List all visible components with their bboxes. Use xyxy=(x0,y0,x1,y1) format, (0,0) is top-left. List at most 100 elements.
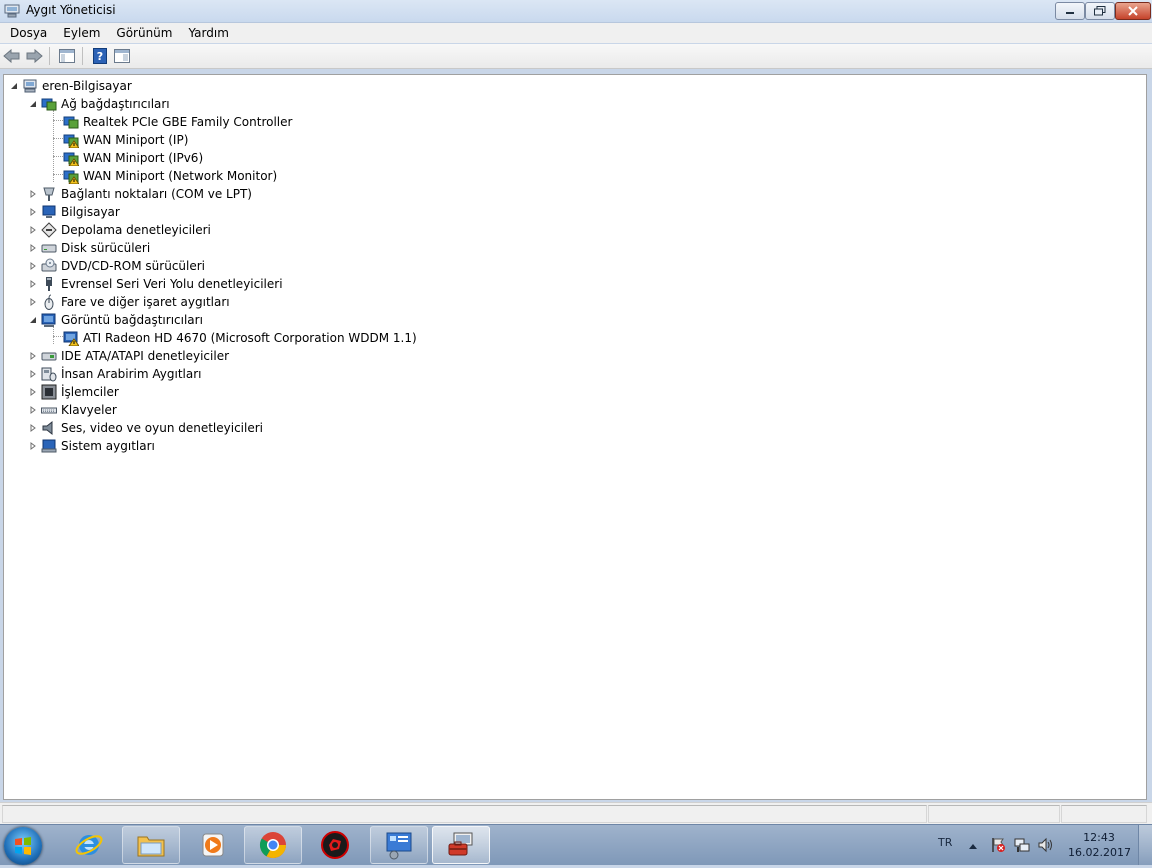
tree-item-ide[interactable]: IDE ATA/ATAPI denetleyiciler xyxy=(28,347,229,365)
tree-root[interactable]: eren-Bilgisayar xyxy=(9,77,132,95)
device-manager-icon xyxy=(4,4,20,18)
tree-item-wan-netmon[interactable]: WAN Miniport (Network Monitor) xyxy=(63,167,277,185)
menu-action[interactable]: Eylem xyxy=(55,23,108,43)
network-adapter-warning-icon xyxy=(63,168,79,184)
tree-item-dvd[interactable]: DVD/CD-ROM sürücüleri xyxy=(28,257,205,275)
menu-view[interactable]: Görünüm xyxy=(108,23,180,43)
hid-icon xyxy=(41,366,57,382)
show-hide-tree-button[interactable] xyxy=(112,46,132,66)
tree-item-wan-ipv6[interactable]: WAN Miniport (IPv6) xyxy=(63,149,203,167)
media-player-icon xyxy=(202,833,224,857)
volume-icon[interactable] xyxy=(1038,837,1054,853)
expanded-arrow-icon[interactable] xyxy=(28,99,38,109)
tree-item-label: İnsan Arabirim Aygıtları xyxy=(61,367,202,381)
tree-item-label: Depolama denetleyicileri xyxy=(61,223,211,237)
tree-item-network-adapters[interactable]: Ağ bağdaştırıcıları xyxy=(28,95,170,113)
device-tree: eren-Bilgisayar Ağ bağdaştırıcıları Real… xyxy=(3,74,1147,800)
taskbar-file-explorer[interactable] xyxy=(122,826,180,864)
collapsed-arrow-icon[interactable] xyxy=(28,351,38,361)
display-adapter-warning-icon xyxy=(63,330,79,346)
window-title: Aygıt Yöneticisi xyxy=(26,3,116,17)
tree-item-storage[interactable]: Depolama denetleyicileri xyxy=(28,221,211,239)
properties-button[interactable] xyxy=(57,46,77,66)
monitor-icon xyxy=(41,204,57,220)
processor-icon xyxy=(41,384,57,400)
taskbar-control-panel[interactable] xyxy=(370,826,428,864)
tree-item-keyboards[interactable]: Klavyeler xyxy=(28,401,117,419)
tree-item-wan-ip[interactable]: WAN Miniport (IP) xyxy=(63,131,188,149)
tree-item-label: Fare ve diğer işaret aygıtları xyxy=(61,295,230,309)
tree-item-disk[interactable]: Disk sürücüleri xyxy=(28,239,150,257)
collapsed-arrow-icon[interactable] xyxy=(28,441,38,451)
tree-item-usb[interactable]: Evrensel Seri Veri Yolu denetleyicileri xyxy=(28,275,283,293)
tree-item-computer[interactable]: Bilgisayar xyxy=(28,203,120,221)
taskbar-media-player[interactable] xyxy=(184,826,242,864)
storage-controller-icon xyxy=(41,222,57,238)
language-indicator[interactable]: TR xyxy=(938,836,952,849)
tree-item-label: WAN Miniport (Network Monitor) xyxy=(83,169,278,183)
collapsed-arrow-icon[interactable] xyxy=(28,243,38,253)
collapsed-arrow-icon[interactable] xyxy=(28,279,38,289)
title-bar: Aygıt Yöneticisi xyxy=(0,0,1152,23)
action-center-flag-icon[interactable] xyxy=(990,837,1006,853)
expanded-arrow-icon[interactable] xyxy=(28,315,38,325)
collapsed-arrow-icon[interactable] xyxy=(28,189,38,199)
forward-button[interactable] xyxy=(24,46,44,66)
close-button[interactable] xyxy=(1115,2,1151,20)
show-desktop-button[interactable] xyxy=(1138,825,1152,865)
start-button[interactable] xyxy=(4,827,42,865)
tree-connector xyxy=(53,120,63,121)
network-icon[interactable] xyxy=(1014,837,1030,853)
tree-item-label: WAN Miniport (IP) xyxy=(83,133,189,147)
expanded-arrow-icon[interactable] xyxy=(9,81,19,91)
taskbar-game-booster[interactable] xyxy=(306,826,364,864)
tree-root-label: eren-Bilgisayar xyxy=(42,79,132,93)
taskbar-chrome[interactable] xyxy=(244,826,302,864)
tree-item-label: Disk sürücüleri xyxy=(61,241,151,255)
tree-item-sound[interactable]: Ses, video ve oyun denetleyicileri xyxy=(28,419,263,437)
file-explorer-icon xyxy=(137,836,165,857)
collapsed-arrow-icon[interactable] xyxy=(28,387,38,397)
help-button[interactable]: ? xyxy=(90,46,110,66)
svg-text:?: ? xyxy=(97,50,103,63)
show-hidden-icons-icon[interactable] xyxy=(968,839,978,853)
usb-icon xyxy=(41,276,57,292)
help-icon: ? xyxy=(93,48,107,64)
tree-item-label: İşlemciler xyxy=(61,385,119,399)
toolbar-separator xyxy=(49,47,50,65)
control-panel-icon xyxy=(386,832,412,860)
menu-help[interactable]: Yardım xyxy=(180,23,236,43)
menu-file[interactable]: Dosya xyxy=(0,23,55,43)
tree-item-system-devices[interactable]: Sistem aygıtları xyxy=(28,437,155,455)
collapsed-arrow-icon[interactable] xyxy=(28,423,38,433)
minimize-button[interactable] xyxy=(1055,2,1085,20)
tree-item-label: Realtek PCIe GBE Family Controller xyxy=(83,115,293,129)
restore-button[interactable] xyxy=(1085,2,1115,20)
tree-item-mouse[interactable]: Fare ve diğer işaret aygıtları xyxy=(28,293,230,311)
collapsed-arrow-icon[interactable] xyxy=(28,261,38,271)
status-cell xyxy=(1061,805,1147,823)
tree-connector xyxy=(53,156,63,157)
collapsed-arrow-icon[interactable] xyxy=(28,207,38,217)
tree-item-ports[interactable]: Bağlantı noktaları (COM ve LPT) xyxy=(28,185,252,203)
tree-item-ati-radeon[interactable]: ATI Radeon HD 4670 (Microsoft Corporatio… xyxy=(63,329,417,347)
collapsed-arrow-icon[interactable] xyxy=(28,297,38,307)
tree-item-hid[interactable]: İnsan Arabirim Aygıtları xyxy=(28,365,202,383)
tree-item-label: Ağ bağdaştırıcıları xyxy=(61,97,170,111)
chrome-icon xyxy=(259,832,287,859)
clock-date: 16.02.2017 xyxy=(1068,846,1131,859)
collapsed-arrow-icon[interactable] xyxy=(28,405,38,415)
tree-connector xyxy=(53,336,63,337)
tree-item-processors[interactable]: İşlemciler xyxy=(28,383,119,401)
keyboard-icon xyxy=(41,402,57,418)
collapsed-arrow-icon[interactable] xyxy=(28,369,38,379)
taskbar-device-manager[interactable] xyxy=(432,826,490,864)
clock[interactable]: 12:43 16.02.2017 xyxy=(1068,830,1131,860)
back-button[interactable] xyxy=(2,46,22,66)
tree-item-realtek[interactable]: Realtek PCIe GBE Family Controller xyxy=(63,113,292,131)
tree-item-display-adapters[interactable]: Görüntü bağdaştırıcıları xyxy=(28,311,203,329)
status-bar xyxy=(0,802,1152,825)
taskbar-internet-explorer[interactable] xyxy=(60,826,118,864)
collapsed-arrow-icon[interactable] xyxy=(28,225,38,235)
port-icon xyxy=(41,186,57,202)
